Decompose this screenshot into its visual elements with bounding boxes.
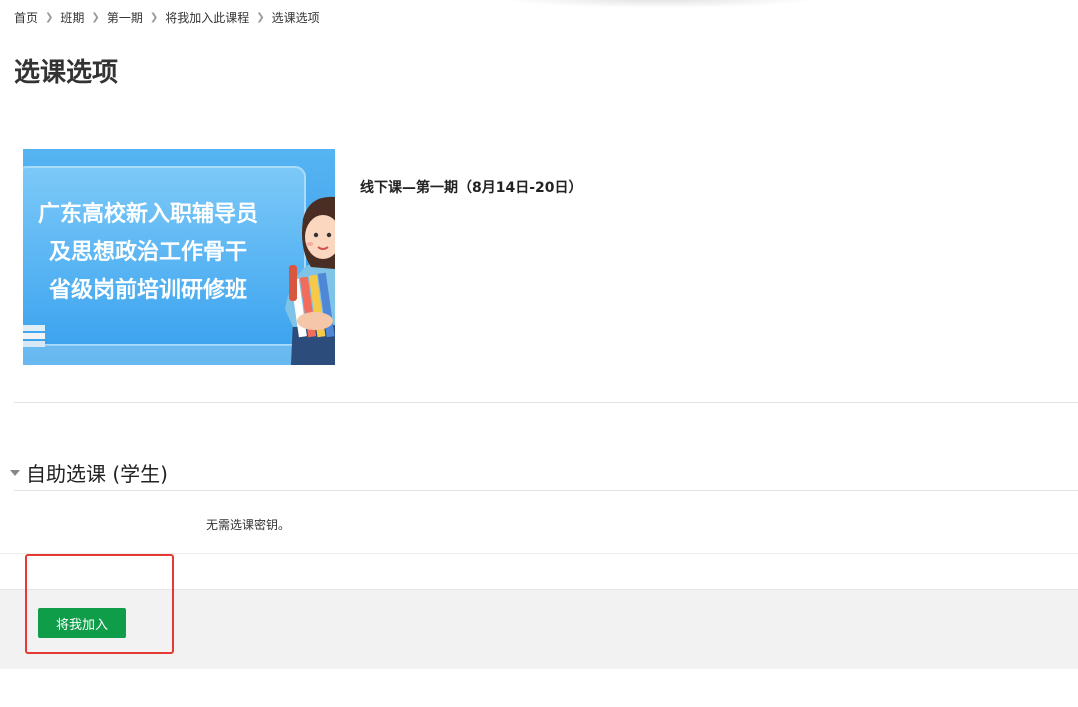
breadcrumb-first-period[interactable]: 第一期 — [107, 9, 143, 26]
caret-down-icon[interactable] — [10, 469, 20, 476]
banner-line-3: 省级岗前培训研修班 — [48, 277, 247, 303]
enrol-me-button[interactable]: 将我加入 — [38, 608, 126, 638]
course-name: 线下课—第一期（8月14日-20日） — [360, 180, 583, 196]
course-banner-image: 广东高校新入职辅导员 及思想政治工作骨干 省级岗前培训研修班 — [23, 149, 335, 365]
top-shadow — [500, 0, 820, 8]
breadcrumb-class-period[interactable]: 班期 — [60, 9, 84, 26]
breadcrumb: 首页 ❯ 班期 ❯ 第一期 ❯ 将我加入此课程 ❯ 选课选项 — [14, 9, 320, 26]
breadcrumb-home[interactable]: 首页 — [14, 9, 38, 26]
form-actions-bar — [0, 589, 1078, 669]
section-title: 自助选课 (学生) — [26, 462, 168, 486]
banner-line-2: 及思想政治工作骨干 — [49, 239, 247, 265]
breadcrumb-enrol-me[interactable]: 将我加入此课程 — [165, 9, 249, 26]
breadcrumb-current: 选课选项 — [271, 11, 320, 25]
banner-line-1: 广东高校新入职辅导员 — [38, 201, 258, 227]
section-header-self-enrol[interactable]: 自助选课 (学生) — [10, 458, 168, 487]
no-key-note: 无需选课密钥。 — [206, 518, 291, 532]
divider — [14, 490, 1078, 491]
chevron-right-icon: ❯ — [149, 12, 159, 23]
divider — [14, 402, 1078, 403]
chevron-right-icon: ❯ — [45, 12, 54, 23]
page-title: 选课选项 — [14, 58, 119, 88]
divider — [0, 553, 1078, 554]
chevron-right-icon: ❯ — [256, 12, 265, 23]
chevron-right-icon: ❯ — [91, 12, 100, 23]
banner-illustration: 广东高校新入职辅导员 及思想政治工作骨干 省级岗前培训研修班 — [23, 149, 335, 365]
